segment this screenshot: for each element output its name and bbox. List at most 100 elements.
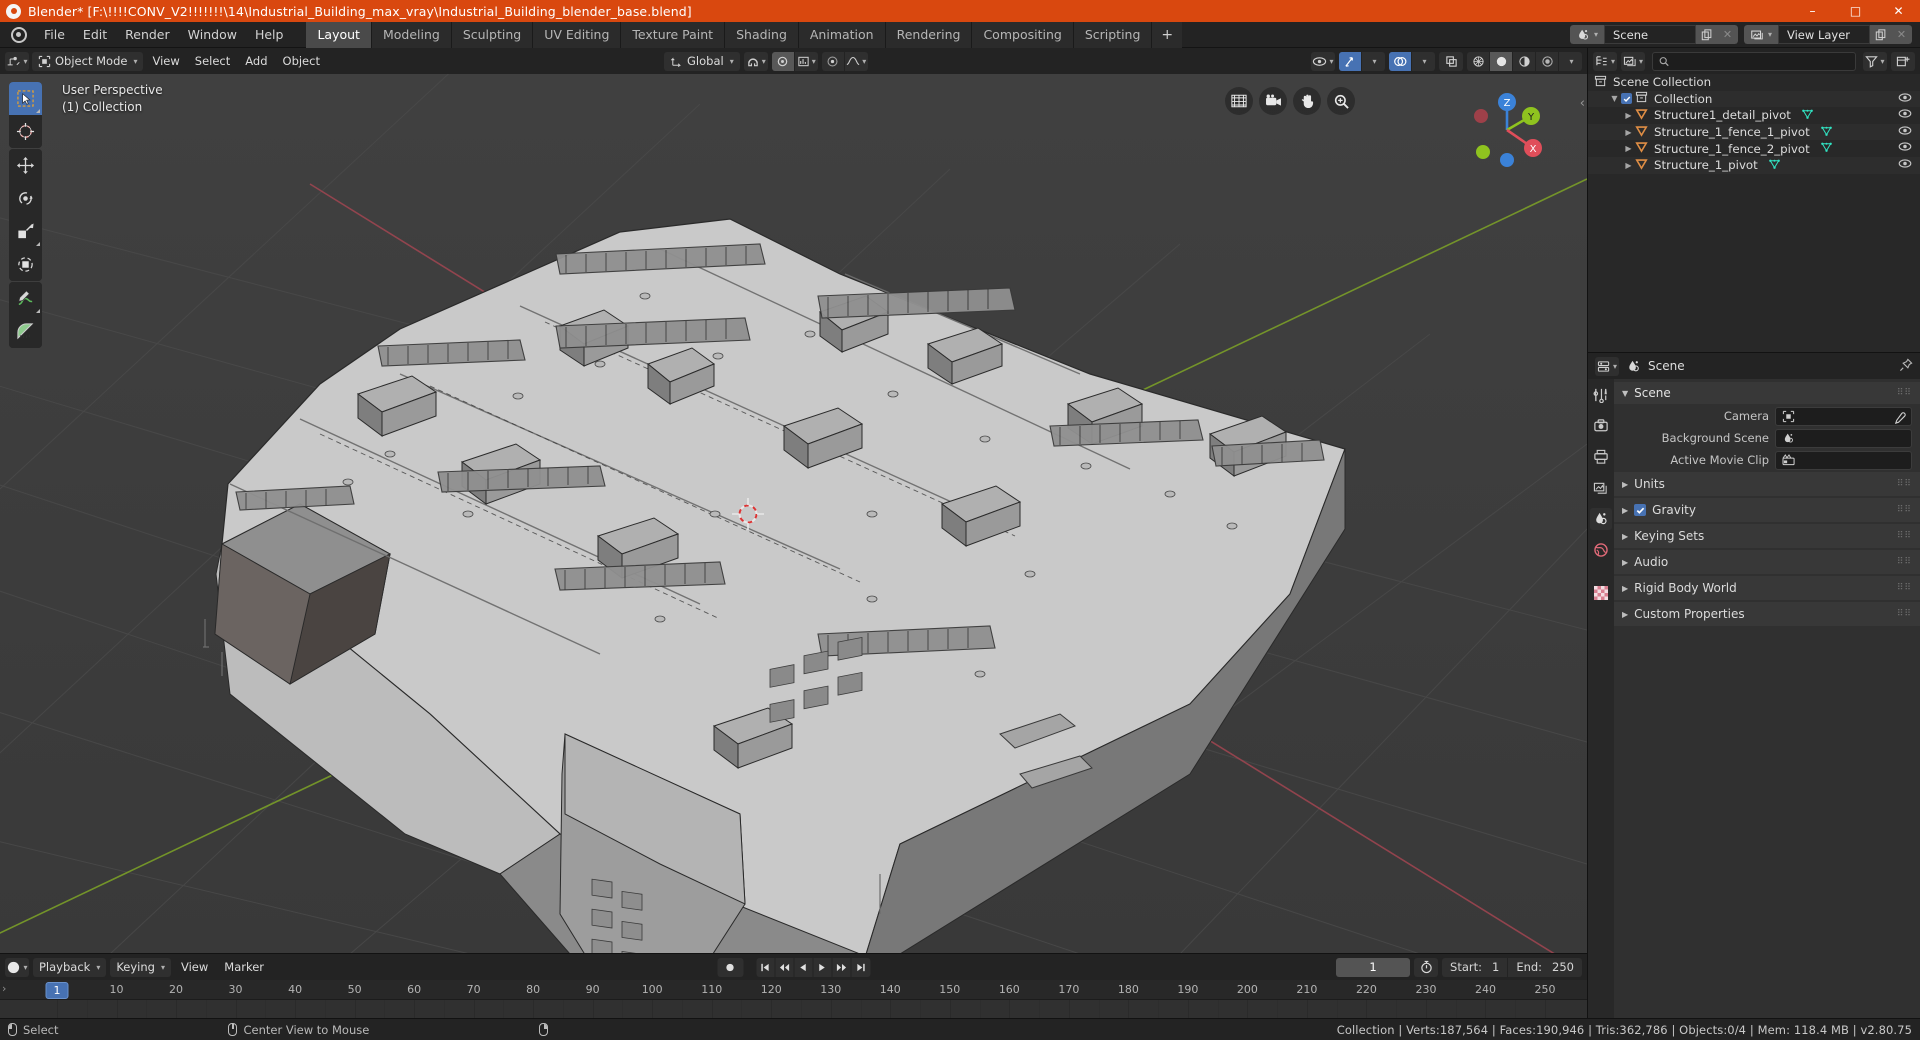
xray-toggle-icon[interactable] — [1439, 51, 1463, 71]
unlink-scene-button[interactable]: ✕ — [1717, 25, 1738, 44]
section-expand-icon[interactable]: ▶ — [1622, 584, 1628, 593]
outliner-editor-type-icon[interactable]: ▾ — [1593, 51, 1617, 71]
menu-help[interactable]: Help — [246, 24, 293, 45]
shading-dropdown-icon[interactable]: ▾ — [1559, 52, 1582, 71]
tab-uv-editing[interactable]: UV Editing — [532, 21, 621, 48]
proportional-edit-icon[interactable] — [771, 51, 795, 71]
active-movie-clip-field[interactable] — [1775, 450, 1912, 470]
disclosure-triangle-icon[interactable]: ▶ — [1622, 161, 1635, 170]
playhead-frame-badge[interactable]: 1 — [45, 982, 69, 999]
playback-dropdown[interactable]: Playback ▾ — [33, 957, 107, 977]
remove-view-layer-button[interactable]: ✕ — [1891, 25, 1912, 44]
close-button[interactable]: ✕ — [1877, 0, 1920, 22]
scene-panel-header[interactable]: ▼ Scene ⠿⠿ — [1614, 382, 1920, 404]
rotate-tool[interactable] — [9, 182, 42, 215]
3d-viewport[interactable]: User Perspective (1) Collection Z Y X ‹ — [0, 74, 1587, 953]
world-tab[interactable] — [1590, 539, 1612, 561]
mesh-data-icon[interactable] — [1820, 125, 1833, 140]
next-keyframe-button[interactable] — [832, 957, 851, 977]
timeline-expand-icon[interactable]: › — [2, 982, 6, 995]
tab-modeling[interactable]: Modeling — [370, 21, 451, 48]
visibility-eye-icon[interactable] — [1898, 108, 1912, 122]
gizmo-dropdown-icon[interactable]: ▾ — [1362, 52, 1385, 71]
new-collection-button[interactable] — [1891, 51, 1915, 71]
viewport-menu-object[interactable]: Object — [277, 52, 326, 71]
new-view-layer-button[interactable] — [1870, 25, 1891, 44]
properties-section[interactable]: ▶ Rigid Body World ⠿⠿ — [1614, 576, 1920, 600]
maximize-button[interactable]: □ — [1834, 0, 1877, 22]
tab-compositing[interactable]: Compositing — [971, 21, 1073, 48]
tab-shading[interactable]: Shading — [724, 21, 798, 48]
end-frame-field[interactable]: End: 250 — [1508, 958, 1582, 977]
show-gizmo-icon[interactable] — [1339, 51, 1362, 71]
move-tool[interactable] — [9, 149, 42, 182]
outliner-tree[interactable]: Scene Collection ▼ Collection ▶ Structure1_d… — [1588, 74, 1920, 352]
tab-texture-paint[interactable]: Texture Paint — [620, 21, 725, 48]
scene-icon[interactable]: ▾ — [1570, 25, 1604, 44]
view-layer-selector[interactable]: ▾ View Layer ✕ — [1744, 25, 1912, 44]
solid-shading-icon[interactable] — [1490, 51, 1513, 71]
section-expand-icon[interactable]: ▶ — [1622, 506, 1628, 515]
keying-dropdown[interactable]: Keying ▾ — [110, 957, 171, 977]
properties-section[interactable]: ▶ Audio ⠿⠿ — [1614, 550, 1920, 574]
outliner-display-mode-icon[interactable]: ▾ — [1621, 51, 1645, 71]
viewport-menu-view[interactable]: View — [146, 52, 185, 71]
blender-menu-icon[interactable] — [10, 26, 28, 44]
outliner-filter-icon[interactable]: ▾ — [1863, 51, 1887, 71]
properties-section[interactable]: ▶ Keying Sets ⠿⠿ — [1614, 524, 1920, 548]
add-workspace-button[interactable]: + — [1151, 21, 1183, 48]
outliner-row[interactable]: ▶ Structure1_detail_pivot — [1588, 107, 1920, 124]
disclosure-triangle-icon[interactable]: ▶ — [1622, 128, 1635, 137]
view-layer-name-field[interactable]: View Layer — [1778, 25, 1870, 44]
visibility-eye-icon[interactable] — [1898, 92, 1912, 106]
jump-to-start-button[interactable] — [756, 957, 775, 977]
visibility-eye-icon[interactable] — [1898, 125, 1912, 139]
outliner-row[interactable]: ▶ Structure_1_fence_1_pivot — [1588, 123, 1920, 141]
select-box-tool[interactable] — [9, 82, 42, 115]
disclosure-triangle-icon[interactable]: ▶ — [1622, 144, 1635, 153]
transform-orientation-dropdown[interactable]: Global ▾ — [664, 51, 740, 71]
menu-render[interactable]: Render — [116, 24, 179, 45]
scene-tab[interactable] — [1590, 508, 1612, 530]
section-expand-icon[interactable]: ▶ — [1622, 558, 1628, 567]
visibility-eye-icon[interactable] — [1898, 141, 1912, 155]
object-mode-dropdown[interactable]: Object Mode ▾ — [32, 51, 144, 71]
visibility-dropdown-icon[interactable]: ▾ — [1311, 51, 1335, 71]
mesh-data-icon[interactable] — [1820, 141, 1833, 156]
proportional-falloff-icon[interactable]: ▾ — [795, 52, 818, 71]
tab-rendering[interactable]: Rendering — [884, 21, 972, 48]
menu-file[interactable]: File — [35, 24, 74, 45]
current-frame-field[interactable]: 1 — [1336, 957, 1411, 977]
navigation-gizmo[interactable]: Z Y X — [1463, 86, 1551, 174]
properties-editor-type-icon[interactable]: ▾ — [1595, 356, 1619, 376]
falloff-sphere-icon[interactable] — [822, 51, 845, 71]
tool-tab[interactable] — [1590, 384, 1612, 406]
play-reverse-button[interactable] — [794, 957, 813, 977]
pan-view-icon[interactable] — [1293, 87, 1321, 115]
viewport-canvas[interactable] — [0, 74, 1587, 953]
transform-tool[interactable] — [9, 248, 42, 281]
background-scene-field[interactable] — [1775, 428, 1912, 448]
outliner-row[interactable]: Scene Collection — [1588, 74, 1920, 91]
timeline-menu-marker[interactable]: Marker — [218, 958, 270, 977]
show-overlays-icon[interactable] — [1389, 51, 1412, 71]
viewport-menu-select[interactable]: Select — [189, 52, 236, 71]
editor-type-icon[interactable]: ▾ — [5, 51, 29, 71]
menu-window[interactable]: Window — [179, 24, 246, 45]
scene-selector[interactable]: ▾ Scene ✕ — [1570, 25, 1738, 44]
section-expand-icon[interactable]: ▶ — [1622, 532, 1628, 541]
menu-edit[interactable]: Edit — [74, 24, 116, 45]
outliner-row[interactable]: ▶ Structure_1_pivot — [1588, 156, 1920, 174]
pin-id-icon[interactable] — [1899, 357, 1913, 376]
scene-name-field[interactable]: Scene — [1604, 25, 1696, 44]
collection-checkbox[interactable] — [1621, 93, 1632, 105]
zoom-view-icon[interactable] — [1327, 87, 1355, 115]
timeline-body[interactable] — [0, 1000, 1587, 1018]
outliner-search-input[interactable] — [1674, 54, 1849, 68]
sidebar-toggle-icon[interactable]: ‹ — [1580, 96, 1585, 111]
tab-sculpting[interactable]: Sculpting — [450, 21, 533, 48]
disclosure-triangle-icon[interactable]: ▼ — [1608, 94, 1621, 103]
view-layer-tab[interactable] — [1590, 477, 1612, 499]
timeline-editor-type-icon[interactable]: ▾ — [5, 957, 29, 977]
section-expand-icon[interactable]: ▶ — [1622, 480, 1628, 489]
